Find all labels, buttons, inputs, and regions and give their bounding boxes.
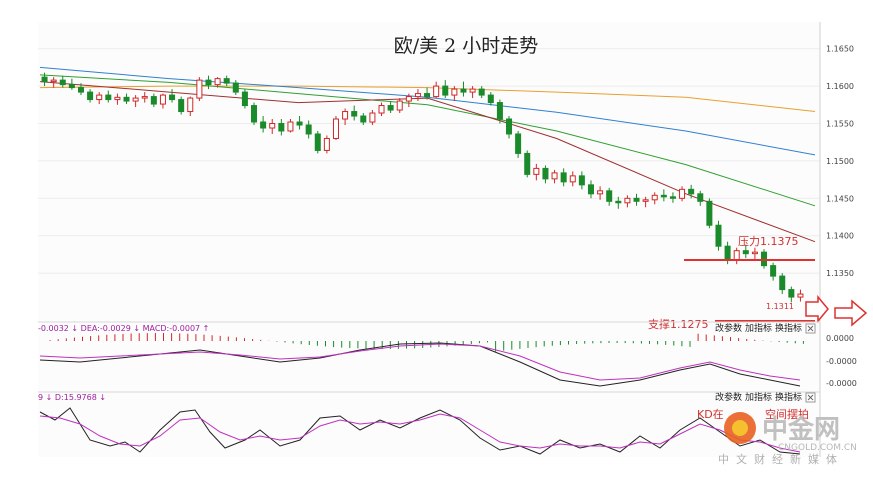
kd-add-indicator-button[interactable]: 加指标 — [745, 391, 772, 403]
price-tick-label: 1.1400 — [826, 232, 854, 241]
macd-panel-buttons: 改参数 加指标 换指标 — [715, 322, 816, 334]
kd-change-params-button[interactable]: 改参数 — [715, 391, 742, 403]
kd-panel-buttons: 改参数 加指标 换指标 — [715, 391, 816, 403]
candle — [314, 130, 321, 154]
support-label: 支撑1.1275 — [648, 317, 709, 331]
macd-tick-2: -0.0000 — [826, 379, 857, 388]
candle — [761, 249, 768, 269]
eurusd-2h-chart: 1.1650 1.1600 1.1550 1.1500 1.1450 1.1400 1.13… — [0, 0, 873, 477]
macd-tick-1: -0.0000 — [826, 357, 857, 366]
candle — [332, 116, 339, 140]
candle — [196, 77, 203, 102]
candle — [323, 135, 330, 154]
candle — [178, 96, 185, 115]
macd-change-params-button[interactable]: 改参数 — [715, 322, 742, 334]
kd-switch-indicator-button[interactable]: 换指标 — [775, 391, 802, 403]
price-tick-label: 1.1650 — [826, 45, 854, 54]
macd-header: -0.0032 ↓ DEA:-0.0029 ↓ MACD:-0.0007 ↑ — [38, 324, 209, 333]
watermark: 中金网 CNGOLD.COM.CN 中文财经新媒体 — [718, 412, 857, 466]
price-tick-label: 1.1350 — [826, 269, 854, 278]
macd-switch-indicator-button[interactable]: 换指标 — [775, 322, 802, 334]
candle — [706, 198, 713, 229]
candle — [241, 89, 248, 109]
low-price-label: 1.1311 — [766, 302, 794, 311]
resistance-label: 压力1.1375 — [738, 235, 799, 248]
watermark-slogan: 中文财经新媒体 — [718, 452, 844, 466]
price-tick-label: 1.1450 — [826, 194, 854, 203]
chart-title: 欧/美 2 小时走势 — [394, 35, 539, 57]
watermark-brand: 中金网 — [762, 414, 840, 445]
price-tick-label: 1.1550 — [826, 120, 854, 129]
watermark-url: CNGOLD.COM.CN — [778, 443, 857, 453]
candle — [524, 150, 531, 178]
candle — [715, 220, 722, 251]
candle — [515, 130, 522, 158]
macd-tick-0: 0.0000 — [826, 334, 854, 343]
macd-add-indicator-button[interactable]: 加指标 — [745, 322, 772, 334]
kd-header: 9 ↓ D:15.9768 ↓ — [38, 393, 106, 402]
candle — [251, 102, 258, 126]
price-tick-label: 1.1600 — [826, 82, 854, 91]
brand-logo-inner-icon — [732, 420, 748, 436]
kd-overlay-text: KD在 — [697, 408, 724, 421]
price-tick-label: 1.1500 — [826, 157, 854, 166]
